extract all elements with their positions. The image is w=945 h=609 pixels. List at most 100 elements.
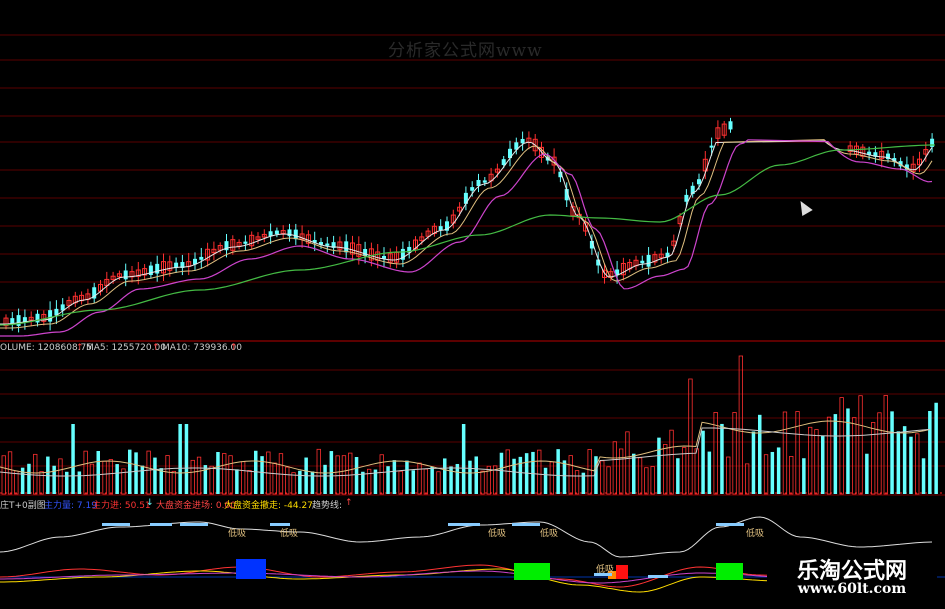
watermark-text: 分析家公式网www (388, 41, 543, 61)
volume-bar (663, 444, 668, 495)
volume-bar (543, 467, 548, 494)
volume-bar (549, 461, 554, 495)
volume-bar (934, 402, 938, 494)
volume-bar (518, 456, 523, 494)
volume-bar (537, 449, 542, 495)
volume-bar (877, 412, 882, 495)
candle-body (48, 310, 53, 322)
volume-bar (184, 424, 189, 494)
candle-body (930, 138, 935, 147)
candle-body (438, 226, 443, 230)
volume-bar (310, 471, 315, 494)
candle-body (325, 243, 330, 246)
volume-bar (392, 460, 397, 494)
candle-body (363, 249, 368, 256)
volume-bar (354, 457, 359, 494)
volume-bar (1, 455, 6, 495)
volume-bar (619, 448, 624, 495)
indicator-main-inflow: 主力进: 50.51 (92, 501, 151, 511)
signal-marker (448, 523, 480, 526)
candle-body (520, 138, 525, 144)
volume-bar (222, 453, 227, 495)
volume-bar (247, 469, 252, 495)
volume-bar (574, 470, 580, 495)
indicator-main-volume: 主力量: 7.19 (44, 501, 97, 511)
volume-bar (707, 451, 712, 494)
volume-bar (795, 411, 800, 495)
volume-bar (272, 462, 277, 495)
volume-bar (341, 455, 347, 495)
volume-bar (928, 411, 932, 494)
volume-bar (436, 471, 441, 495)
volume-bar (348, 452, 353, 495)
volume-chart-pane[interactable]: OLUME: 1208608.75 ↑ MA5: 1255720.00 ↑ MA… (0, 342, 945, 497)
candle-body (709, 145, 714, 148)
volume-bar (871, 422, 876, 495)
signal-label: 低吸 (540, 529, 559, 539)
volume-bar (83, 450, 88, 495)
volume-bar (826, 416, 832, 495)
volume-bar (298, 470, 302, 494)
volume-bar (738, 355, 743, 495)
candle-body (199, 256, 204, 260)
volume-bar (146, 450, 151, 495)
signal-marker (648, 575, 668, 578)
volume-bar (758, 414, 762, 494)
volume-bar (228, 455, 233, 495)
signal-marker (150, 523, 172, 526)
volume-bar (159, 468, 163, 494)
volume-bar (52, 465, 56, 494)
candle-body (123, 270, 128, 280)
volume-bar (896, 431, 901, 494)
volume-bar (379, 454, 384, 495)
volume-bar (96, 450, 100, 494)
signal-marker (512, 523, 540, 526)
ma20-line (0, 139, 933, 337)
volume-bar (196, 456, 202, 495)
signal-marker (716, 523, 744, 526)
volume-bar (625, 431, 630, 495)
signal-block-green (716, 563, 743, 580)
volume-bar (153, 457, 157, 494)
candle-body (35, 313, 40, 323)
volume-bar (915, 433, 920, 495)
volume-bar (178, 424, 182, 494)
volume-bar (323, 464, 327, 494)
volume-bar (808, 426, 813, 495)
volume-ma5-arrow: ↑ (152, 343, 160, 353)
indicator-market-out: 大盘资金撤走: -44.27 (224, 501, 313, 511)
signal-label: 低吸 (596, 565, 615, 575)
volume-bar (27, 463, 31, 494)
volume-bar (802, 458, 806, 494)
ma10-line (0, 139, 933, 329)
volume-bar (865, 453, 869, 494)
volume-bar (316, 448, 321, 495)
volume-bar (650, 466, 655, 495)
volume-bar (423, 468, 429, 495)
volume-bar (637, 457, 643, 495)
volume-bar (165, 455, 170, 495)
volume-chart[interactable] (0, 342, 945, 497)
volume-bar (669, 429, 674, 495)
signal-label: 低吸 (280, 529, 299, 539)
signal-block-blue (236, 559, 266, 579)
volume-bar (190, 459, 195, 495)
volume-bar (694, 448, 699, 495)
volume-bar (77, 471, 82, 494)
volume-bar (745, 463, 750, 495)
volume-bar (821, 435, 825, 494)
volume-bar (468, 460, 472, 494)
candle-body (243, 241, 248, 244)
volume-bar (782, 411, 788, 495)
signal-marker (102, 523, 130, 526)
volume-bar (531, 451, 535, 494)
price-chart-pane[interactable]: 分析家公式网www (0, 0, 945, 342)
candle-body (274, 230, 279, 235)
volume-bar (216, 452, 220, 494)
volume-bar (417, 462, 422, 495)
candle-body (293, 229, 298, 240)
candle-body (697, 179, 701, 185)
volume-bar (499, 452, 504, 494)
volume-bar (291, 472, 296, 495)
volume-bar (474, 456, 478, 494)
